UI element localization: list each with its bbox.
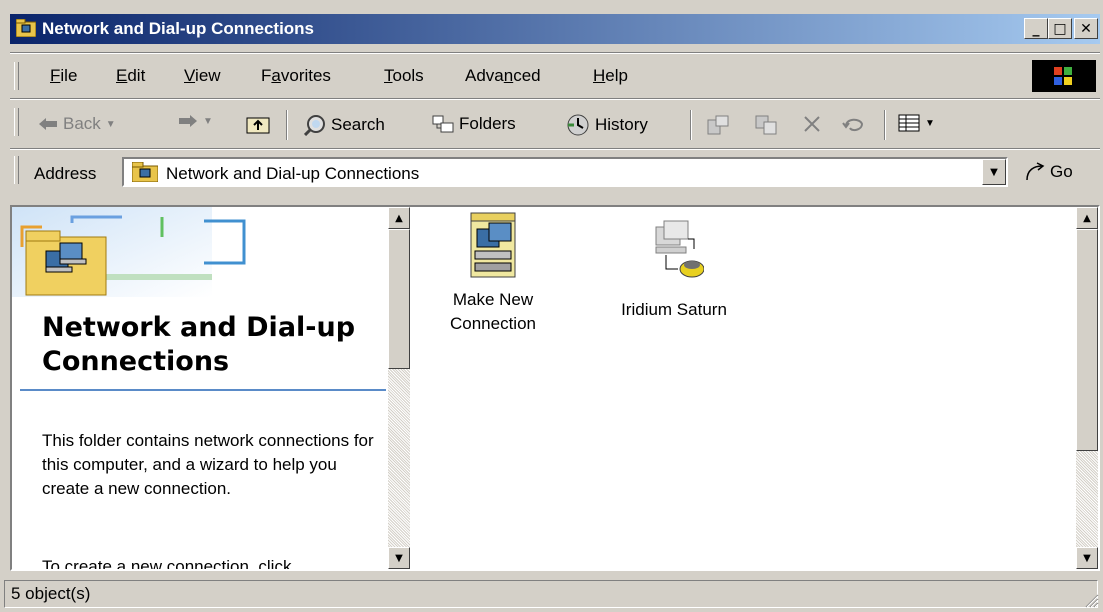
menu-help[interactable]: Help	[593, 66, 628, 86]
panel-description: This folder contains network connections…	[42, 431, 374, 498]
panel-scrollbar[interactable]: ▲ ▼	[388, 207, 410, 569]
forward-button[interactable]: ▼	[178, 114, 213, 128]
arrow-down-icon: ▼	[395, 552, 403, 564]
panel-divider	[20, 389, 386, 391]
forward-dropdown-icon[interactable]: ▼	[203, 116, 213, 127]
views-icon	[898, 114, 920, 132]
resize-grip-icon[interactable]	[1083, 592, 1099, 608]
toolbar-separator	[690, 110, 692, 140]
divider	[10, 148, 1100, 150]
panel-title: Network and Dial-up Connections	[42, 312, 356, 377]
toolbar-separator	[286, 110, 288, 140]
folder-network-icon	[16, 19, 36, 37]
menu-bar: File Edit View Favorites Tools Advanced …	[14, 58, 1100, 94]
copy-to-button[interactable]	[754, 114, 778, 136]
list-item[interactable]: Iridium Saturn	[594, 219, 754, 322]
item-label: Make New Connection	[449, 290, 536, 333]
folders-icon	[432, 115, 454, 133]
address-value: Network and Dial-up Connections	[166, 164, 420, 183]
dialup-connection-icon	[655, 220, 705, 278]
back-button[interactable]: Back ▼	[38, 114, 116, 134]
menu-view[interactable]: View	[184, 66, 221, 86]
go-arrow-icon	[1026, 162, 1045, 181]
make-new-connection-icon	[470, 212, 516, 278]
search-button[interactable]: Search	[304, 114, 385, 136]
arrow-up-icon: ▲	[395, 212, 403, 224]
scroll-up-button[interactable]: ▲	[1076, 207, 1098, 229]
move-to-icon	[707, 115, 729, 135]
address-bar: Address Network and Dial-up Connections …	[14, 152, 1100, 194]
chevron-down-icon: ▼	[990, 166, 998, 178]
up-folder-icon	[246, 117, 270, 134]
undo-button[interactable]	[842, 114, 866, 134]
toolbar-grip[interactable]	[14, 62, 19, 90]
title-bar[interactable]: Network and Dial-up Connections _ □ ✕	[10, 14, 1100, 44]
up-folder-button[interactable]	[246, 114, 270, 134]
arrow-down-icon: ▼	[1083, 552, 1091, 564]
undo-icon	[842, 118, 864, 132]
search-icon	[304, 115, 325, 136]
divider	[10, 98, 1100, 100]
menu-edit[interactable]: Edit	[116, 66, 145, 86]
move-to-button[interactable]	[706, 114, 730, 136]
views-dropdown-icon[interactable]: ▼	[925, 118, 935, 129]
explorer-window: Network and Dial-up Connections _ □ ✕ Fi…	[0, 0, 1103, 612]
menu-file[interactable]: File	[50, 66, 77, 86]
maximize-button[interactable]: □	[1048, 18, 1072, 39]
search-label: Search	[331, 115, 385, 134]
network-banner-graphic	[12, 207, 246, 297]
scroll-thumb[interactable]	[1076, 229, 1098, 451]
content-scrollbar[interactable]: ▲ ▼	[1076, 207, 1098, 569]
history-label: History	[595, 115, 648, 134]
go-button[interactable]: Go	[1024, 162, 1073, 182]
window-title: Network and Dial-up Connections	[42, 19, 315, 38]
windows-logo-icon	[1032, 60, 1096, 92]
arrow-up-icon: ▲	[1083, 212, 1091, 224]
panel-description-cutoff: To create a new connection, click	[42, 557, 292, 569]
toolbar-grip[interactable]	[14, 108, 19, 136]
web-view-panel: Network and Dial-up Connections This fol…	[12, 207, 386, 569]
history-icon	[567, 114, 589, 136]
delete-icon	[804, 116, 820, 132]
address-dropdown-button[interactable]: ▼	[982, 159, 1006, 185]
list-item[interactable]: Make New Connection	[428, 211, 558, 336]
toolbar-separator	[884, 110, 886, 140]
address-input[interactable]: Network and Dial-up Connections ▼	[122, 157, 1008, 187]
folders-button[interactable]: Folders	[432, 114, 516, 134]
back-dropdown-icon[interactable]: ▼	[106, 119, 116, 130]
folder-network-icon	[132, 162, 158, 182]
back-arrow-icon	[39, 118, 57, 130]
history-button[interactable]: History	[566, 114, 648, 136]
minimize-button[interactable]: _	[1024, 18, 1048, 39]
item-label: Iridium Saturn	[621, 300, 727, 319]
toolbar-grip[interactable]	[14, 156, 19, 184]
address-label: Address	[34, 164, 97, 183]
scroll-down-button[interactable]: ▼	[1076, 547, 1098, 569]
back-label: Back	[63, 114, 101, 133]
go-label: Go	[1050, 162, 1073, 181]
scroll-down-button[interactable]: ▼	[388, 547, 410, 569]
folders-label: Folders	[459, 114, 516, 133]
forward-arrow-icon	[179, 115, 197, 127]
standard-toolbar: Back ▼ ▼ Search Folders History ▼	[14, 104, 1100, 146]
scroll-thumb[interactable]	[388, 229, 410, 369]
menu-favorites[interactable]: Favorites	[261, 66, 331, 86]
menu-advanced[interactable]: Advanced	[465, 66, 541, 86]
close-button[interactable]: ✕	[1074, 18, 1098, 39]
divider	[10, 52, 1100, 54]
content-frame: Network and Dial-up Connections This fol…	[10, 205, 1100, 571]
views-button[interactable]: ▼	[898, 114, 935, 132]
delete-button[interactable]	[802, 114, 822, 134]
status-text: 5 object(s)	[4, 580, 1098, 608]
scroll-up-button[interactable]: ▲	[388, 207, 410, 229]
status-bar: 5 object(s)	[0, 576, 1103, 612]
copy-to-icon	[755, 115, 777, 135]
menu-tools[interactable]: Tools	[384, 66, 424, 86]
